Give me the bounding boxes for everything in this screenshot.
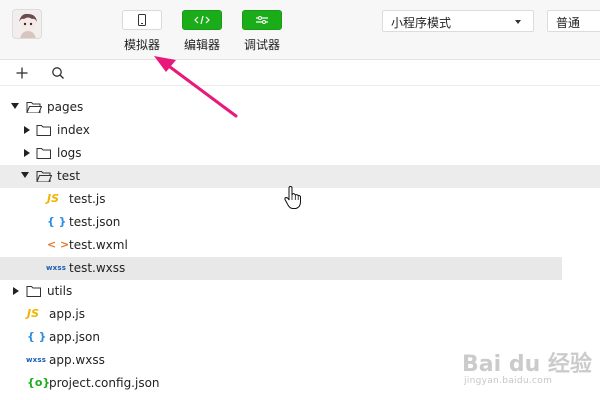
- js-file-icon: JS: [27, 307, 40, 320]
- toolbar: 模拟器 编辑器 调试器 小程序模式 普通: [0, 0, 600, 60]
- chevron-down-icon: [515, 20, 521, 24]
- js-file-icon: JS: [47, 192, 60, 205]
- chevron-right-icon[interactable]: [13, 287, 19, 295]
- wxml-file-icon: < >: [47, 238, 70, 251]
- tree-item-test-json[interactable]: { } test.json: [0, 211, 600, 234]
- folder-icon: [26, 286, 41, 297]
- folder-open-icon: [36, 171, 52, 182]
- tree-item-utils[interactable]: utils: [0, 280, 600, 303]
- compile-mode-select[interactable]: 普通: [547, 10, 600, 32]
- tree-item-index[interactable]: index: [0, 119, 600, 142]
- phone-icon: [138, 14, 146, 26]
- tree-item-test[interactable]: test: [0, 165, 600, 188]
- folder-icon: [36, 148, 51, 159]
- avatar[interactable]: [12, 9, 42, 39]
- watermark-url: jingyan.baidu.com: [464, 376, 553, 386]
- simulator-tool[interactable]: 模拟器: [122, 10, 162, 53]
- chevron-right-icon[interactable]: [24, 126, 30, 134]
- debugger-button[interactable]: [242, 10, 282, 30]
- tree-item-pages[interactable]: pages: [0, 96, 600, 119]
- tree-item-label: test.json: [69, 215, 121, 229]
- chevron-down-icon[interactable]: [21, 172, 29, 178]
- json-file-icon: { }: [47, 215, 67, 228]
- chevron-right-icon[interactable]: [24, 149, 30, 157]
- tree-item-label: app.wxss: [49, 353, 105, 367]
- chevron-down-icon[interactable]: [11, 103, 19, 109]
- tree-item-label: test: [57, 169, 81, 183]
- tree-item-test-wxss[interactable]: wxss test.wxss: [0, 257, 562, 280]
- folder-open-icon: [26, 102, 42, 113]
- wxss-file-icon: wxss: [46, 264, 67, 272]
- tree-item-label: pages: [47, 100, 84, 114]
- watermark: Bai du 经验 jingyan.baidu.com: [462, 346, 592, 396]
- tree-item-label: test.wxss: [69, 261, 126, 275]
- tree-item-app-js[interactable]: JS app.js: [0, 303, 600, 326]
- watermark-brand: Bai du 经验: [462, 352, 592, 377]
- simulator-label: 模拟器: [123, 38, 160, 52]
- tree-item-label: utils: [47, 284, 73, 298]
- compile-mode-value: 普通: [556, 16, 581, 30]
- debugger-tool[interactable]: 调试器: [242, 10, 282, 53]
- tree-item-label: test.js: [69, 192, 106, 206]
- code-icon: [194, 15, 210, 25]
- hand-cursor-icon: [284, 186, 301, 209]
- editor-label: 编辑器: [183, 38, 220, 52]
- sliders-icon: [256, 16, 268, 24]
- editor-tool[interactable]: 编辑器: [182, 10, 222, 53]
- debugger-label: 调试器: [243, 38, 280, 52]
- simulator-button[interactable]: [122, 10, 162, 30]
- tree-item-label: logs: [57, 146, 82, 160]
- tree-item-label: app.json: [49, 330, 100, 344]
- mode-select-value: 小程序模式: [391, 16, 452, 30]
- tree-item-label: index: [57, 123, 90, 137]
- folder-icon: [36, 125, 51, 136]
- tree-item-test-wxml[interactable]: < > test.wxml: [0, 234, 600, 257]
- editor-button[interactable]: [182, 10, 222, 30]
- plus-icon[interactable]: [14, 65, 30, 81]
- tree-item-label: app.js: [49, 307, 85, 321]
- tree-item-label: project.config.json: [49, 376, 160, 390]
- json-file-icon: { }: [27, 330, 47, 343]
- search-icon[interactable]: [50, 65, 66, 81]
- mode-select[interactable]: 小程序模式: [382, 10, 534, 32]
- file-tree-toolbar: [0, 60, 600, 86]
- config-file-icon: {o}: [27, 376, 51, 389]
- tree-item-label: test.wxml: [69, 238, 128, 252]
- tree-item-logs[interactable]: logs: [0, 142, 600, 165]
- wxss-file-icon: wxss: [26, 356, 47, 364]
